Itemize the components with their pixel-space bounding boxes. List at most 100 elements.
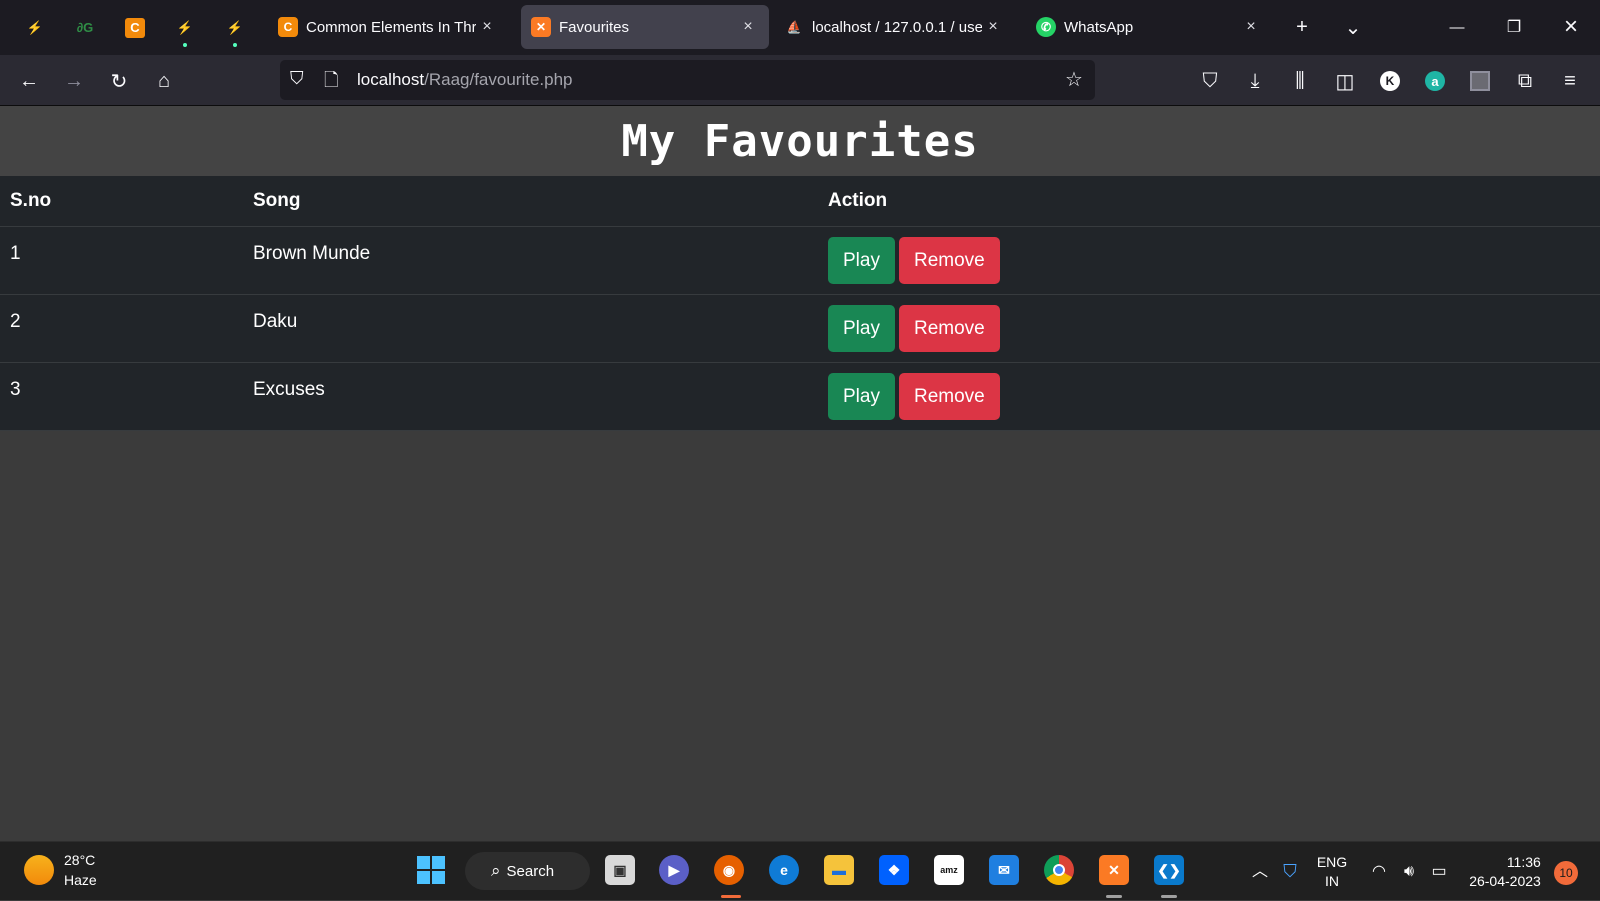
- forward-button[interactable]: →: [58, 65, 90, 97]
- show-hidden-icons-button[interactable]: ︿: [1248, 842, 1272, 901]
- pinned-tab[interactable]: ∂G: [60, 0, 110, 55]
- url-text[interactable]: localhost/Raag/favourite.php: [357, 70, 573, 90]
- tab-label: Common Elements In Three: [306, 18, 476, 36]
- extensions-button[interactable]: ⧉: [1509, 65, 1541, 97]
- task-view-button[interactable]: ▣: [605, 855, 635, 885]
- bookmark-star-icon[interactable]: ☆: [1065, 67, 1083, 92]
- code-fire-icon: ⚡: [226, 19, 244, 35]
- weather-widget[interactable]: 28°C Haze: [24, 850, 97, 890]
- addon-button[interactable]: a: [1419, 65, 1451, 97]
- table-row: 2 Daku Play Remove: [0, 294, 1600, 363]
- extension-button[interactable]: [1464, 65, 1496, 97]
- windows-logo-icon: [417, 856, 445, 884]
- close-icon[interactable]: ×: [982, 18, 1004, 36]
- pinned-tab[interactable]: C: [110, 0, 160, 55]
- reload-icon: ↻: [110, 70, 128, 93]
- tab-favourites[interactable]: ✕ Favourites ×: [521, 5, 769, 49]
- profile-button[interactable]: K: [1374, 65, 1406, 97]
- column-header-song: Song: [243, 176, 818, 227]
- security-tray-icon[interactable]: ⛉: [1278, 842, 1302, 901]
- amazon-button[interactable]: amz: [934, 855, 964, 885]
- home-button[interactable]: ⌂: [148, 65, 180, 97]
- tab-notification-dot: [183, 43, 187, 47]
- play-button[interactable]: Play: [828, 372, 895, 420]
- shield-warning-icon: ⛉: [1283, 861, 1297, 881]
- clock[interactable]: 11:36 26-04-2023: [1460, 842, 1550, 901]
- edge-icon: e: [780, 862, 788, 878]
- weather-condition: Haze: [64, 872, 97, 888]
- taskbar-search[interactable]: ⌕ Search: [465, 852, 590, 890]
- puzzle-icon: ⧉: [1517, 69, 1533, 92]
- close-icon[interactable]: ×: [737, 18, 759, 36]
- sidebar-icon: ◫: [1335, 70, 1355, 93]
- close-icon[interactable]: ×: [476, 18, 498, 36]
- region-code: IN: [1325, 872, 1339, 889]
- notification-badge[interactable]: 10: [1554, 861, 1578, 885]
- page-title: My Favourites: [621, 115, 979, 167]
- whatsapp-icon: ✆: [1036, 17, 1056, 37]
- tab-common-elements[interactable]: C Common Elements In Three ×: [268, 5, 508, 49]
- row-song: Brown Munde: [243, 226, 818, 295]
- battery-tray-icon[interactable]: ▭: [1426, 842, 1452, 901]
- wifi-icon: ◠: [1372, 863, 1386, 880]
- pocket-button[interactable]: ⛉: [1194, 65, 1226, 97]
- row-actions: Play Remove: [818, 362, 1600, 431]
- tab-notification-dot: [233, 43, 237, 47]
- xampp-button[interactable]: ✕: [1099, 855, 1129, 885]
- file-explorer-button[interactable]: ▬: [824, 855, 854, 885]
- code-fire-icon: ⚡: [176, 19, 194, 35]
- url-bar[interactable]: ⛉ 🗋 localhost/Raag/favourite.php ☆: [280, 60, 1095, 100]
- tab-label: localhost / 127.0.0.1 / users: [812, 18, 982, 36]
- url-path: /Raag/favourite.php: [424, 70, 573, 89]
- new-tab-button[interactable]: +: [1287, 12, 1317, 42]
- start-button[interactable]: [416, 855, 446, 885]
- speaker-icon: 🔊︎: [1403, 863, 1415, 880]
- remove-button[interactable]: Remove: [898, 304, 1000, 352]
- play-button[interactable]: Play: [828, 304, 895, 352]
- row-actions: Play Remove: [818, 226, 1600, 295]
- row-sno: 3: [0, 362, 243, 431]
- firefox-taskbar-button[interactable]: ◉: [714, 855, 744, 885]
- teams-chat-button[interactable]: ▶: [659, 855, 689, 885]
- page-icon[interactable]: 🗋: [324, 68, 338, 98]
- close-icon[interactable]: ×: [1240, 18, 1262, 36]
- window-close-button[interactable]: ×: [1556, 12, 1586, 42]
- edge-taskbar-button[interactable]: e: [769, 855, 799, 885]
- downloads-button[interactable]: ⤓: [1239, 65, 1271, 97]
- vscode-button[interactable]: ❮❯: [1154, 855, 1184, 885]
- pinned-tab[interactable]: ⚡: [210, 0, 260, 55]
- search-icon: ⌕: [491, 861, 501, 880]
- volume-tray-icon[interactable]: 🔊︎: [1396, 842, 1422, 901]
- window-minimize-button[interactable]: —: [1442, 12, 1472, 42]
- tab-label: Favourites: [559, 18, 630, 36]
- pocket-icon: ⛉: [1202, 69, 1218, 92]
- library-button[interactable]: ⫼: [1284, 65, 1316, 97]
- window-restore-button[interactable]: ❐: [1499, 12, 1529, 42]
- wifi-tray-icon[interactable]: ◠: [1366, 842, 1392, 901]
- mail-button[interactable]: ✉: [989, 855, 1019, 885]
- tab-whatsapp[interactable]: ✆ WhatsApp ×: [1026, 5, 1272, 49]
- favourites-table: S.no Song Action 1 Brown Munde Play Remov…: [0, 176, 1600, 431]
- pinned-tab[interactable]: ⚡: [10, 0, 60, 55]
- language-indicator[interactable]: ENG IN: [1310, 842, 1354, 901]
- tab-list-button[interactable]: ⌄: [1338, 12, 1368, 42]
- shield-icon[interactable]: ⛉: [290, 68, 304, 89]
- pinned-tab[interactable]: ⚡: [160, 0, 210, 55]
- remove-button[interactable]: Remove: [898, 372, 1000, 420]
- dropbox-button[interactable]: ❖: [879, 855, 909, 885]
- search-label: Search: [506, 862, 555, 880]
- remove-button[interactable]: Remove: [898, 236, 1000, 284]
- play-button[interactable]: Play: [828, 236, 895, 284]
- page-header: My Favourites: [0, 106, 1600, 176]
- chevron-up-icon: ︿: [1251, 863, 1268, 880]
- reload-button[interactable]: ↻: [103, 65, 135, 97]
- clock-date: 26-04-2023: [1469, 872, 1541, 889]
- video-chat-icon: ▶: [668, 861, 680, 878]
- menu-button[interactable]: ≡: [1554, 65, 1586, 97]
- back-button[interactable]: ←: [13, 65, 45, 97]
- sidebar-button[interactable]: ◫: [1329, 65, 1361, 97]
- tab-phpmyadmin[interactable]: ⛵ localhost / 127.0.0.1 / users ×: [774, 5, 1014, 49]
- chrome-button[interactable]: [1044, 855, 1074, 885]
- table-row: 3 Excuses Play Remove: [0, 362, 1600, 431]
- code-fire-icon: ⚡: [26, 19, 44, 35]
